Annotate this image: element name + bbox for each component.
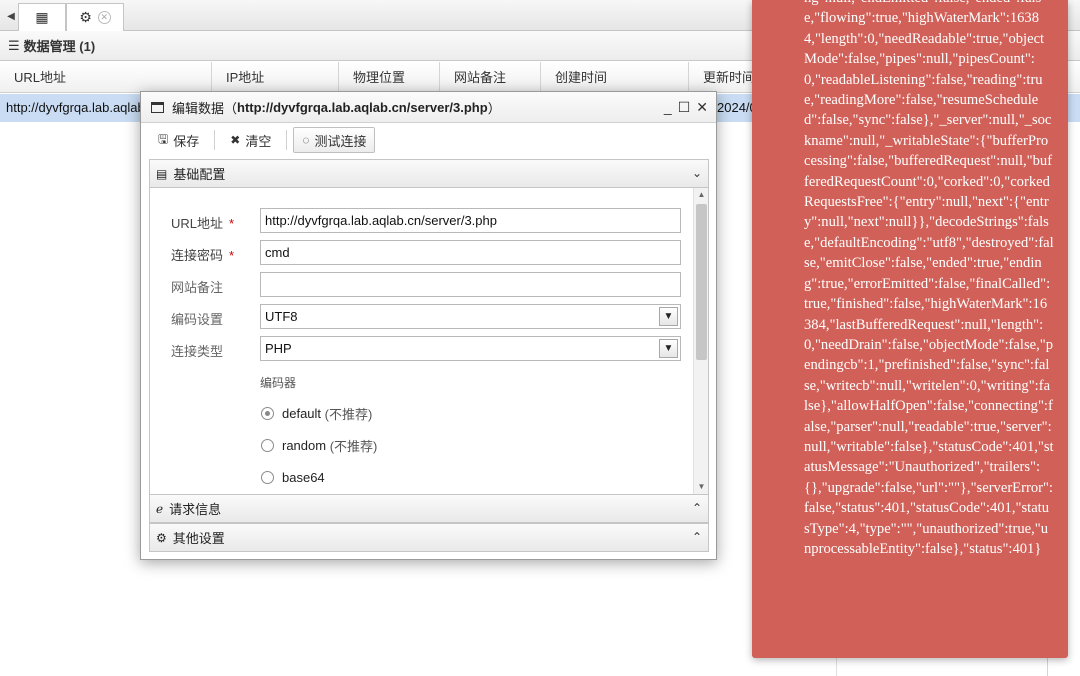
section-other-settings[interactable]: ⚙ 其他设置 ⌃ bbox=[149, 523, 709, 552]
section-request-info[interactable]: ℯ 请求信息 ⌃ bbox=[149, 494, 709, 523]
encoder-label: 编码器 bbox=[260, 376, 297, 390]
password-input[interactable]: cmd bbox=[260, 240, 681, 265]
section-basic-label: 基础配置 bbox=[173, 167, 226, 182]
tab-close-icon[interactable]: ✕ bbox=[97, 11, 111, 24]
type-label: 连接类型 bbox=[171, 344, 224, 359]
tab-settings[interactable]: ⚙ ✕ bbox=[66, 3, 124, 31]
browser-icon: ℯ bbox=[156, 501, 164, 516]
chevron-up-icon: ⌃ bbox=[691, 530, 702, 544]
column-url[interactable]: URL地址 bbox=[0, 62, 212, 93]
dialog-title-prefix: 编辑数据（ bbox=[172, 100, 238, 116]
password-row: 连接密码 * cmd bbox=[150, 240, 690, 266]
note-row: 网站备注 bbox=[150, 272, 690, 298]
close-icon[interactable]: ✕ bbox=[696, 99, 708, 115]
encoder-name: base64 bbox=[282, 469, 325, 485]
dialog-toolbar: 🖫 保存 ✖ 清空 ◌ 测试连接 bbox=[149, 125, 709, 155]
encoder-name: default bbox=[282, 405, 322, 421]
encoding-select[interactable]: UTF8 ▼ bbox=[260, 304, 681, 329]
url-row: URL地址 * http://dyvfgrqa.lab.aqlab.cn/serv… bbox=[150, 208, 690, 234]
column-note[interactable]: 网站备注 bbox=[440, 62, 541, 93]
required-mark: * bbox=[229, 216, 235, 231]
scrollbar-thumb[interactable] bbox=[696, 204, 707, 360]
scroll-up-icon[interactable]: ▲ bbox=[694, 188, 708, 202]
chevron-down-icon: ⌄ bbox=[691, 166, 702, 180]
toolbar-separator bbox=[286, 130, 288, 150]
encoder-option-random[interactable]: random (不推荐) bbox=[261, 436, 377, 454]
scroll-down-icon[interactable]: ▼ bbox=[694, 480, 708, 494]
section-request-label: 请求信息 bbox=[169, 502, 222, 517]
toolbar-separator bbox=[214, 130, 216, 150]
save-label: 保存 bbox=[173, 133, 200, 149]
required-mark: * bbox=[229, 248, 235, 263]
window-icon bbox=[151, 101, 164, 113]
edit-data-dialog: 编辑数据（ http://dyvfgrqa.lab.aqlab.cn/server… bbox=[140, 91, 717, 560]
url-label: URL地址 * bbox=[171, 213, 234, 232]
error-message: ng":null,"endEmitted":false,"ended":fals… bbox=[804, 0, 1054, 557]
encoding-row: 编码设置 UTF8 ▼ bbox=[150, 304, 690, 330]
dropdown-arrow-icon[interactable]: ▼ bbox=[659, 339, 678, 358]
column-location[interactable]: 物理位置 bbox=[339, 62, 440, 93]
chevron-up-icon: ⌃ bbox=[691, 501, 702, 515]
list-icon: ☰ bbox=[8, 37, 20, 53]
password-label: 连接密码 * bbox=[171, 245, 234, 264]
url-input[interactable]: http://dyvfgrqa.lab.aqlab.cn/server/3.ph… bbox=[260, 208, 681, 233]
note-label: 网站备注 bbox=[171, 280, 224, 295]
radio-icon[interactable] bbox=[261, 438, 274, 452]
column-created[interactable]: 创建时间 bbox=[541, 62, 689, 93]
clear-button[interactable]: ✖ 清空 bbox=[221, 127, 280, 153]
dropdown-arrow-icon[interactable]: ▼ bbox=[659, 307, 678, 326]
column-ip[interactable]: IP地址 bbox=[212, 62, 339, 93]
maximize-icon[interactable]: ☐ bbox=[678, 99, 691, 115]
clear-icon: ✖ bbox=[230, 133, 241, 147]
radio-icon[interactable] bbox=[261, 470, 274, 484]
grid-icon: ▦ bbox=[35, 9, 49, 25]
test-connection-button[interactable]: ◌ 测试连接 bbox=[293, 127, 376, 153]
panel-title: 数据管理 (1) bbox=[23, 39, 96, 54]
save-button[interactable]: 🖫 保存 bbox=[149, 127, 208, 153]
gear-icon: ⚙ bbox=[79, 9, 92, 25]
url-label-text: URL地址 bbox=[171, 216, 224, 231]
error-toast[interactable]: ng":null,"endEmitted":false,"ended":fals… bbox=[752, 0, 1068, 658]
section-basic-config[interactable]: ▤ 基础配置 ⌄ bbox=[149, 159, 709, 188]
basic-config-form: URL地址 * http://dyvfgrqa.lab.aqlab.cn/serv… bbox=[149, 188, 709, 494]
encoder-name: random bbox=[282, 437, 327, 453]
cell-url: http://dyvfgrqa.lab.aqlab.cn/server/3.ph… bbox=[6, 100, 140, 115]
type-select[interactable]: PHP ▼ bbox=[260, 336, 681, 361]
dialog-title-suffix: ） bbox=[487, 100, 501, 116]
type-value: PHP bbox=[265, 341, 292, 356]
spinner-icon: ◌ bbox=[302, 133, 310, 147]
scroll-left-icon[interactable]: ◀ bbox=[4, 6, 18, 26]
encoding-value: UTF8 bbox=[265, 309, 298, 324]
clear-label: 清空 bbox=[245, 133, 272, 149]
dialog-title-url: http://dyvfgrqa.lab.aqlab.cn/server/3.ph… bbox=[237, 99, 488, 115]
save-icon: 🖫 bbox=[158, 131, 169, 146]
minimize-icon[interactable]: _ bbox=[664, 99, 672, 115]
encoder-option-default[interactable]: default (不推荐) bbox=[261, 404, 372, 422]
form-scrollbar[interactable]: ▲ ▼ bbox=[693, 188, 708, 494]
encoder-note: (不推荐) bbox=[324, 406, 373, 422]
encoding-label: 编码设置 bbox=[171, 312, 224, 327]
radio-selected-icon[interactable] bbox=[261, 406, 274, 420]
tab-list-view[interactable]: ▦ bbox=[18, 3, 66, 31]
note-input[interactable] bbox=[260, 272, 681, 297]
encoder-note: (不推荐) bbox=[329, 438, 378, 454]
section-other-label: 其他设置 bbox=[172, 531, 225, 546]
document-icon: ▤ bbox=[156, 166, 168, 181]
password-label-text: 连接密码 bbox=[171, 248, 224, 263]
cogs-icon: ⚙ bbox=[156, 530, 167, 545]
test-connection-label: 测试连接 bbox=[314, 133, 367, 149]
type-row: 连接类型 PHP ▼ bbox=[150, 336, 690, 362]
dialog-titlebar[interactable]: 编辑数据（ http://dyvfgrqa.lab.aqlab.cn/server… bbox=[141, 92, 716, 123]
encoder-option-base64[interactable]: base64 bbox=[261, 468, 325, 486]
